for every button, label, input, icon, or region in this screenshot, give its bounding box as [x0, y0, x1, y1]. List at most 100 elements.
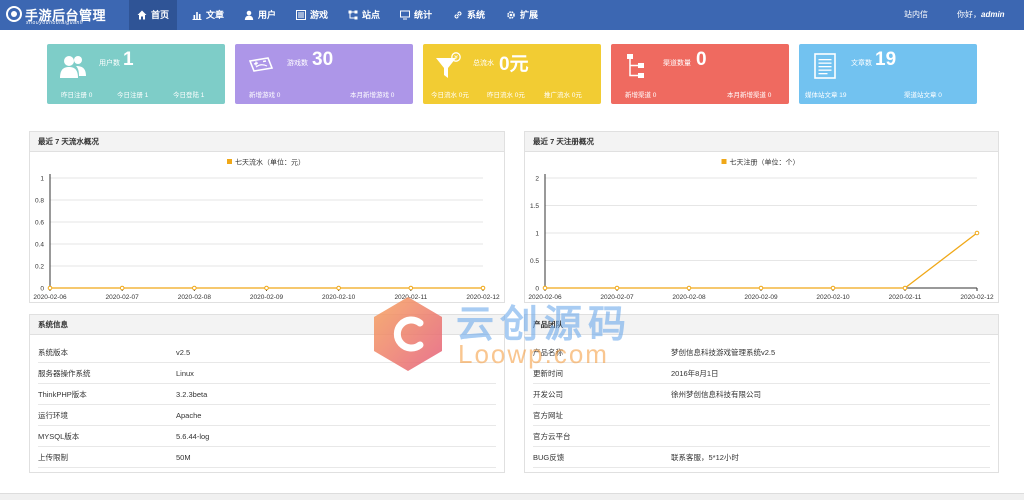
data-point	[264, 285, 269, 291]
nav-item-stats[interactable]: 统计	[392, 0, 440, 30]
info-key: BUG反馈	[533, 453, 565, 462]
username: admin	[981, 10, 1005, 19]
card-sub: 新增渠道 0	[625, 92, 657, 99]
nav-label: 首页	[151, 10, 170, 20]
y-tick-label: 0.5	[530, 258, 539, 265]
data-point	[758, 285, 764, 291]
users-icon	[60, 56, 86, 78]
x-tick-label: 2020-02-06	[33, 294, 67, 301]
card-label: 用户数	[99, 60, 120, 67]
nav-item-sites[interactable]: 站点	[340, 0, 388, 30]
x-tick-label: 2020-02-10	[322, 294, 356, 301]
info-key: 运行环境	[38, 411, 68, 420]
nav-label: 文章	[206, 10, 225, 20]
data-point	[542, 285, 548, 291]
greeting-label: 你好，	[957, 10, 981, 19]
stat-card-games[interactable]: 游戏数 30 新增游戏 0 本月新增游戏 0	[235, 44, 413, 104]
sitemap-icon	[627, 54, 644, 78]
nav-item-home[interactable]: 首页	[129, 0, 178, 30]
nav-label: 游戏	[310, 10, 329, 20]
info-value: 徐州梦创信息科技有限公司	[671, 390, 761, 399]
info-row: 官方网址	[533, 406, 990, 426]
card-label: 文章数	[851, 60, 872, 67]
data-point	[119, 285, 125, 291]
card-label: 总流水	[473, 60, 494, 67]
data-point	[336, 285, 341, 291]
y-tick-label: 0	[535, 286, 539, 293]
info-value: Linux	[176, 369, 194, 378]
card-sub: 媒体站文章 19	[805, 92, 847, 99]
card-sub: 昨日流水 0元	[487, 92, 525, 99]
nav-item-users[interactable]: 用户	[236, 0, 284, 30]
list-icon	[296, 10, 306, 20]
funnel-icon: ¥	[436, 52, 461, 78]
card-sub: 今日注册 1	[117, 92, 149, 99]
y-tick-label: 1.5	[530, 203, 539, 210]
info-value: Apache	[176, 411, 202, 420]
nav-item-games[interactable]: 游戏	[288, 0, 336, 30]
card-sub: 渠道站文章 0	[904, 92, 942, 99]
y-tick-label: 0.8	[35, 198, 44, 205]
card-sub: 今日登陆 1	[173, 92, 205, 99]
nav-item-system[interactable]: 系统	[445, 0, 493, 30]
card-sub: 推广流水 0元	[544, 92, 582, 99]
nav-label: 站点	[362, 10, 381, 20]
sitemap-icon	[348, 10, 358, 20]
card-value: 0	[696, 49, 707, 70]
info-value: 联系客服，5*12小时	[671, 453, 739, 462]
card-sub: 本月新增渠道 0	[727, 92, 772, 99]
panel-title: 最近 7 天流水概况	[30, 132, 504, 152]
info-value: 50M	[176, 453, 191, 462]
revenue-line-chart: 七天流水（单位：元） 0 0.2 0.4 0.6 0.8 1 2020-02-06 2020-0…	[33, 158, 500, 302]
watermark-subtext: Loowp.com	[458, 339, 609, 369]
logo[interactable]: 手游后台管理 shouyouhoutaiguanli	[6, 4, 128, 26]
stat-card-articles[interactable]: 文章数 19 媒体站文章 19 渠道站文章 0	[799, 44, 977, 104]
info-key: 服务器操作系统	[38, 369, 91, 378]
link-icon	[454, 11, 462, 19]
nav-label: 统计	[414, 10, 433, 20]
info-key: 官方云平台	[533, 432, 571, 441]
home-icon	[137, 10, 147, 20]
x-tick-label: 2020-02-11	[889, 294, 922, 301]
data-point	[902, 285, 908, 291]
user-menu[interactable]: 你好，admin	[957, 0, 1005, 30]
info-row: 官方云平台	[533, 427, 990, 447]
register-line-chart: 七天注册（单位：个）00.511.522020-02-06 2020-02-07 2…	[528, 158, 994, 302]
info-key: 开发公司	[533, 390, 563, 399]
x-tick-label: 2020-02-07	[106, 294, 140, 301]
info-key: MYSQL版本	[38, 432, 80, 441]
nav-item-extensions[interactable]: 扩展	[498, 0, 546, 30]
info-value: 3.2.3beta	[176, 390, 208, 399]
nav-label: 用户	[258, 10, 277, 20]
messages-link[interactable]: 站内信	[904, 0, 928, 30]
info-value: 5.6.44-log	[176, 432, 210, 441]
nav-item-articles[interactable]: 文章	[184, 0, 232, 30]
messages-label: 站内信	[904, 10, 928, 19]
stat-card-revenue[interactable]: ¥ 总流水 0元 今日流水 0元 昨日流水 0元 推广流水 0元	[423, 44, 601, 104]
y-tick-label: 1	[40, 176, 44, 183]
y-tick-label: 0	[40, 286, 44, 293]
card-sub: 昨日注册 0	[61, 92, 93, 99]
x-tick-label: 2020-02-09	[250, 294, 284, 301]
y-tick-label: 0.4	[35, 242, 44, 249]
top-navbar: 手游后台管理 shouyouhoutaiguanli 首页 文章 用户 游戏 站…	[0, 0, 1024, 30]
stat-card-users[interactable]: 用户数 1 昨日注册 0 今日注册 1 今日登陆 1	[47, 44, 225, 104]
data-point	[408, 285, 414, 291]
logo-icon	[6, 6, 22, 22]
user-icon	[244, 10, 254, 20]
stat-card-channels[interactable]: 渠道数量 0 新增渠道 0 本月新增渠道 0	[611, 44, 789, 104]
legend-marker	[227, 159, 232, 164]
x-tick-label: 2020-02-10	[816, 294, 850, 301]
card-sub: 新增游戏 0	[249, 92, 281, 99]
y-tick-label: 0.6	[35, 220, 44, 227]
data-point	[614, 285, 620, 291]
document-icon	[814, 53, 836, 79]
bar-chart-icon	[192, 12, 202, 20]
data-point	[830, 285, 836, 291]
info-key: 官方网址	[533, 411, 563, 420]
y-tick-label: 0.2	[35, 264, 44, 271]
nav-label: 扩展	[520, 10, 539, 20]
info-row: 上传限制 50M	[38, 448, 496, 468]
info-value: v2.5	[176, 348, 191, 357]
gamepad-icon	[248, 57, 274, 72]
